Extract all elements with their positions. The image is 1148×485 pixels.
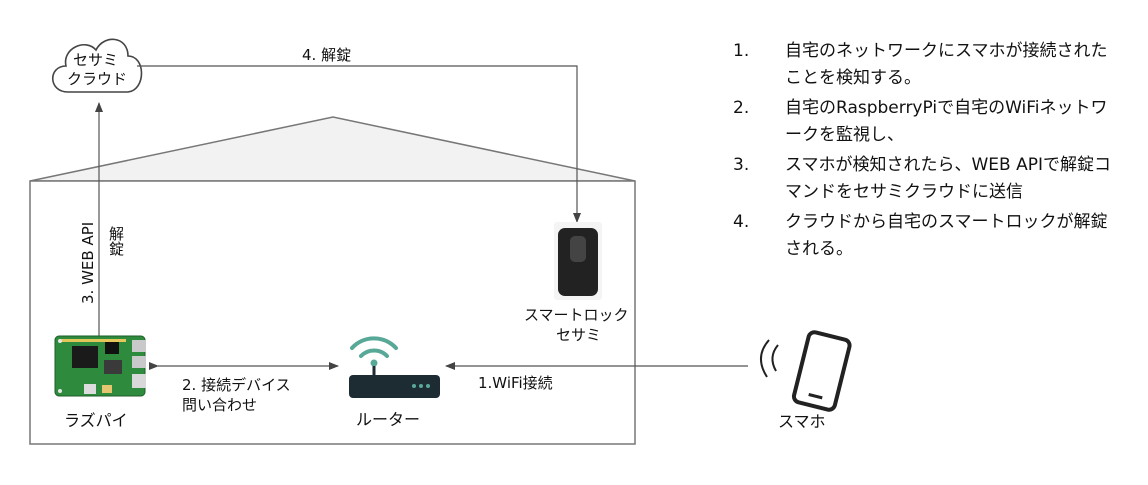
raspi-router-edge-label-line2: 問い合わせ: [182, 396, 258, 414]
webapi-edge-label: 3. WEB API: [79, 221, 97, 304]
step-text: 自宅のRaspberryPiで自宅のWiFiネットワークを監視し、: [785, 98, 1108, 145]
step-text: 自宅のネットワークにスマホが接続されたことを検知する。: [785, 41, 1108, 88]
router-label: ルーター: [356, 410, 421, 429]
phone-router-edge-label: 1.WiFi接続: [478, 374, 553, 392]
step-text: クラウドから自宅のスマートロックが解錠される。: [785, 212, 1108, 259]
step-item: 1. 自宅のネットワークにスマホが接続されたことを検知する。: [733, 38, 1133, 92]
webapi-edge-label-ja: 解錠: [107, 226, 125, 256]
steps-list: 1. 自宅のネットワークにスマホが接続されたことを検知する。 2. 自宅のRas…: [733, 38, 1133, 266]
step-item: 3. スマホが検知されたら、WEB APIで解錠コマンドをセサミクラウドに送信: [733, 152, 1133, 206]
step-item: 2. 自宅のRaspberryPiで自宅のWiFiネットワークを監視し、: [733, 95, 1133, 149]
step-item: 4. クラウドから自宅のスマートロックが解錠される。: [733, 209, 1133, 263]
cloud-label-line1: セサミ: [73, 51, 119, 69]
lock-label-line2: セサミ: [556, 326, 602, 344]
step-number: 4.: [733, 212, 750, 232]
cloud-label-line2: クラウド: [67, 70, 128, 88]
raspi-router-edge-label-line1: 2. 接続デバイス: [182, 376, 291, 394]
unlock-edge-label: 4. 解錠: [302, 46, 352, 64]
raspberry-pi-icon: [54, 335, 146, 397]
house-roof: [29, 116, 636, 182]
step-number: 3.: [733, 155, 750, 175]
step-number: 2.: [733, 98, 750, 118]
smartphone-icon: [760, 330, 852, 412]
phone-label: スマホ: [778, 412, 826, 431]
smart-lock-icon: [554, 222, 602, 300]
step-text: スマホが検知されたら、WEB APIで解錠コマンドをセサミクラウドに送信: [785, 155, 1112, 202]
lock-label-line1: スマートロック: [524, 306, 629, 324]
raspi-label: ラズパイ: [64, 411, 128, 430]
step-number: 1.: [733, 41, 750, 61]
